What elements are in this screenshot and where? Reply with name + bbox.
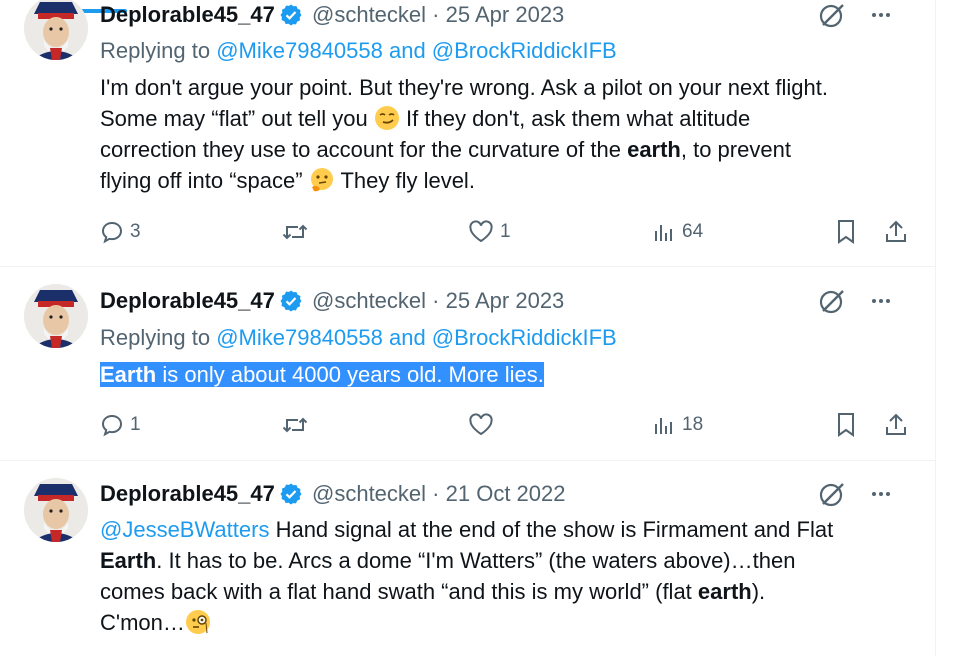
- tweet-date[interactable]: 25 Apr 2023: [446, 288, 565, 313]
- replying-to-users[interactable]: @Mike79840558 and @BrockRiddickIFB: [216, 325, 617, 350]
- separator-dot: ·: [432, 288, 440, 313]
- view-count: 18: [682, 414, 704, 435]
- views-icon: [655, 225, 672, 241]
- reply-icon: [101, 414, 123, 437]
- views-button[interactable]: 18: [652, 409, 703, 441]
- tweet[interactable]: Deplorable45_47 @schteckel · 25 Apr 2023…: [0, 0, 935, 267]
- bold-term: Earth: [100, 548, 157, 573]
- reply-count: 1: [130, 414, 141, 435]
- timeline-border: [935, 0, 936, 656]
- verified-badge-icon: [279, 482, 303, 506]
- grok-icon[interactable]: [817, 0, 847, 30]
- tweet-text-line: C'mon…: [100, 610, 185, 635]
- tweet-header: Deplorable45_47 @schteckel · 21 Oct 2022: [100, 479, 915, 509]
- replying-prefix: Replying to: [100, 325, 211, 350]
- tweet-text-line: If they don't, ask them what altitude: [406, 106, 751, 131]
- share-icon: [886, 413, 906, 435]
- tweet-header: Deplorable45_47 @schteckel · 25 Apr 2023: [100, 0, 915, 30]
- retweet-button[interactable]: [282, 216, 314, 248]
- verified-badge-icon: [279, 289, 303, 313]
- separator-dot: ·: [432, 481, 440, 506]
- mention-link[interactable]: @JesseBWatters: [100, 517, 269, 542]
- retweet-button[interactable]: [282, 409, 314, 441]
- avatar[interactable]: [24, 0, 88, 60]
- tweet-text-line: Hand signal at the end of the show is Fi…: [269, 517, 834, 542]
- tweet-text-line: They fly level.: [340, 168, 475, 193]
- user-handle[interactable]: @schteckel: [312, 288, 426, 313]
- reply-button[interactable]: 3: [100, 216, 141, 248]
- bookmark-icon: [838, 220, 854, 244]
- retweet-icon: [282, 417, 308, 433]
- views-button[interactable]: 64: [652, 216, 703, 248]
- tweet-text: I'm don't argue your point. But they're …: [100, 72, 920, 196]
- share-icon: [886, 220, 906, 242]
- reply-button[interactable]: 1: [100, 409, 141, 441]
- tweet-text-line: Some may “flat” out tell you: [100, 106, 368, 131]
- like-count: 1: [500, 221, 511, 242]
- display-name[interactable]: Deplorable45_47: [100, 481, 275, 506]
- tweet-text-line: , to prevent: [680, 137, 791, 162]
- thinking-emoji: [309, 167, 335, 193]
- like-button[interactable]: [468, 409, 500, 441]
- tweet-text-line: flying off into “space”: [100, 168, 303, 193]
- selected-text: Earth is only about 4000 years old. More…: [100, 362, 544, 387]
- user-handle[interactable]: @schteckel: [312, 481, 426, 506]
- bookmark-button[interactable]: [834, 409, 858, 441]
- bold-term: earth: [627, 137, 681, 162]
- tweet[interactable]: Deplorable45_47 @schteckel · 21 Oct 2022…: [0, 461, 935, 656]
- like-button[interactable]: 1: [468, 216, 511, 248]
- grok-icon[interactable]: [817, 479, 847, 509]
- display-name[interactable]: Deplorable45_47: [100, 288, 275, 313]
- tweet-text-line: is only about 4000 years old. More lies.: [156, 362, 544, 387]
- bookmark-button[interactable]: [834, 216, 858, 248]
- tweet-text-line: comes back with a flat hand swath “and t…: [100, 579, 698, 604]
- tweet-header: Deplorable45_47 @schteckel · 25 Apr 2023: [100, 286, 915, 316]
- reply-count: 3: [130, 221, 141, 242]
- action-bar: 3 1 64: [100, 216, 912, 248]
- display-name[interactable]: Deplorable45_47: [100, 2, 275, 27]
- retweet-icon: [282, 224, 308, 240]
- tweet-text-line: I'm don't argue your point. But they're …: [100, 75, 828, 100]
- grok-icon[interactable]: [817, 286, 847, 316]
- tweet-text: @JesseBWatters Hand signal at the end of…: [100, 514, 920, 638]
- action-bar: 1 18: [100, 409, 912, 441]
- monocle-emoji: [185, 609, 211, 635]
- avatar[interactable]: [24, 478, 88, 542]
- tweet[interactable]: Deplorable45_47 @schteckel · 25 Apr 2023…: [0, 267, 935, 461]
- like-icon: [469, 220, 493, 243]
- replying-prefix: Replying to: [100, 38, 211, 63]
- reply-icon: [101, 221, 123, 244]
- view-count: 64: [682, 221, 704, 242]
- replying-to: Replying to @Mike79840558 and @BrockRidd…: [100, 36, 915, 66]
- tweet-text-line: ).: [751, 579, 766, 604]
- verified-badge-icon: [279, 3, 303, 27]
- bold-term: Earth: [100, 362, 157, 387]
- replying-to-users[interactable]: @Mike79840558 and @BrockRiddickIFB: [216, 38, 617, 63]
- share-button[interactable]: [884, 216, 908, 248]
- bold-term: earth: [697, 579, 752, 604]
- replying-to: Replying to @Mike79840558 and @BrockRidd…: [100, 323, 915, 353]
- more-icon[interactable]: [869, 3, 893, 27]
- tweet-text: Earth is only about 4000 years old. More…: [100, 359, 920, 390]
- tweet-date[interactable]: 25 Apr 2023: [446, 2, 565, 27]
- smirk-emoji: [374, 105, 400, 131]
- more-icon[interactable]: [869, 482, 893, 506]
- share-button[interactable]: [884, 409, 908, 441]
- views-icon: [655, 418, 672, 434]
- like-icon: [469, 413, 493, 436]
- user-handle[interactable]: @schteckel: [312, 2, 426, 27]
- tweet-text-line: . It has to be. Arcs a dome “I'm Watters…: [156, 548, 796, 573]
- bookmark-icon: [838, 413, 854, 437]
- tweet-date[interactable]: 21 Oct 2022: [446, 481, 566, 506]
- tweet-text-line: correction they use to account for the c…: [100, 137, 621, 162]
- separator-dot: ·: [432, 2, 440, 27]
- more-icon[interactable]: [869, 289, 893, 313]
- avatar[interactable]: [24, 284, 88, 348]
